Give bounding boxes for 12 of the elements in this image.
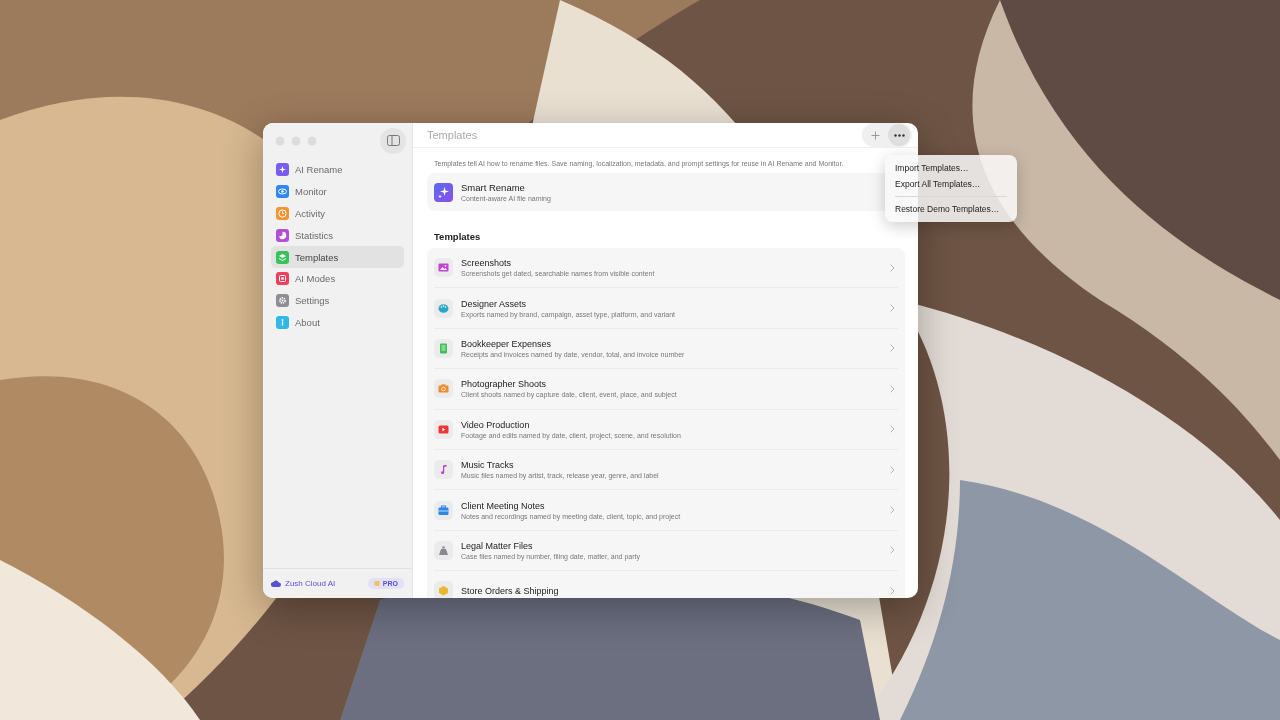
template-title: Photographer Shoots (461, 379, 548, 390)
section-heading: Templates (434, 231, 482, 242)
template-title: Screenshots (461, 258, 513, 269)
template-title: Bookkeeper Expenses (461, 338, 553, 349)
template-title: Designer Assets (461, 298, 528, 309)
template-title: Store Orders & Shipping (461, 585, 559, 596)
window-title: Templates (427, 129, 478, 141)
template-title: Video Production (461, 419, 531, 430)
template-title: Client Meeting Notes (461, 500, 546, 511)
template-title: Music Tracks (461, 460, 515, 471)
featured-title: Smart Rename (461, 182, 526, 193)
template-title: Legal Matter Files (461, 540, 534, 551)
